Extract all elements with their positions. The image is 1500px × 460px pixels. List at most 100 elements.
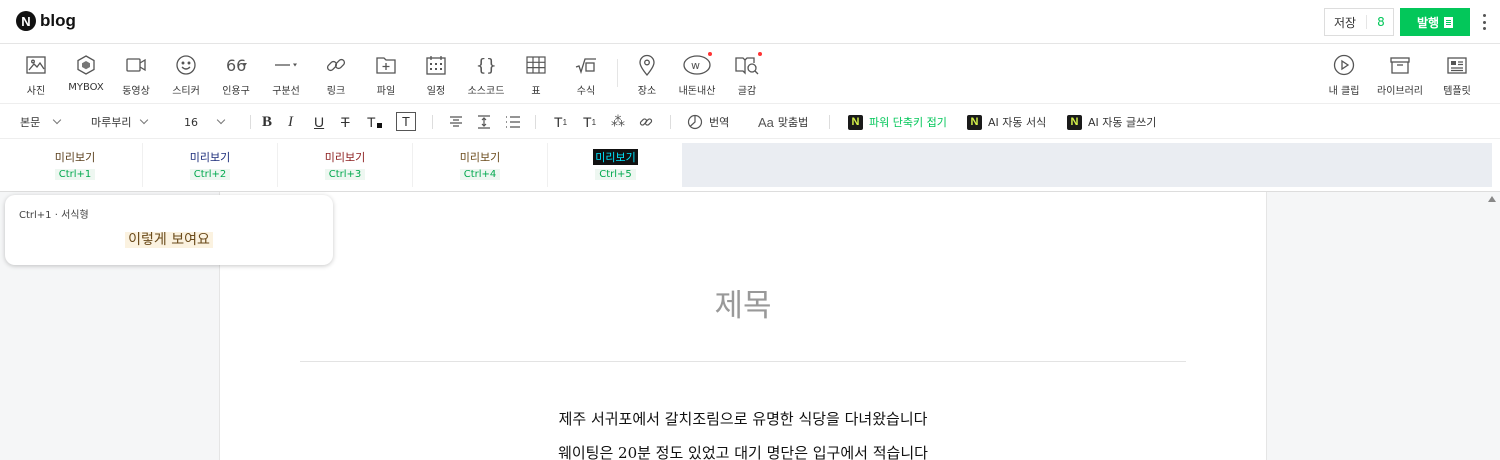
toolbar-divider (829, 115, 830, 129)
tool-label: 라이브러리 (1377, 86, 1423, 97)
more-menu-icon[interactable] (1478, 12, 1490, 32)
material-icon (735, 57, 759, 75)
chevron-down-icon (140, 115, 149, 125)
toolbar-divider (617, 59, 618, 87)
divider-icon (275, 63, 297, 67)
bold-icon[interactable]: B (262, 113, 272, 131)
translate-icon (687, 114, 703, 130)
underline-icon[interactable]: U (314, 113, 324, 131)
insert-photo-button[interactable]: 사진 (11, 54, 61, 98)
ai-auto-style-button[interactable]: N AI 자동 서식 (967, 113, 1046, 131)
insert-link-button[interactable]: 링크 (311, 54, 361, 98)
link-icon (326, 58, 346, 72)
strikethrough-icon[interactable]: T (341, 113, 350, 131)
insert-table-button[interactable]: 표 (511, 54, 561, 98)
line-height-icon[interactable] (477, 113, 491, 131)
font-family-select[interactable]: 마루부리 (91, 113, 149, 131)
insert-mybox-button[interactable]: MYBOX (61, 54, 111, 98)
italic-icon[interactable]: I (288, 113, 293, 131)
publish-button[interactable]: 발행 (1400, 8, 1470, 36)
style-preset-5[interactable]: 미리보기 Ctrl+5 (548, 143, 683, 187)
scroll-up-arrow-icon[interactable] (1488, 196, 1496, 202)
toolbar-divider (432, 115, 433, 129)
insert-code-button[interactable]: {} 소스코드 (461, 54, 511, 98)
style-preset-3[interactable]: 미리보기 Ctrl+3 (278, 143, 413, 187)
blog-logo[interactable]: N blog (16, 11, 76, 31)
style-preset-2[interactable]: 미리보기 Ctrl+2 (143, 143, 278, 187)
naver-logo-icon: N (16, 11, 36, 31)
table-icon (526, 56, 546, 74)
svg-text:w: w (691, 59, 700, 72)
toolbar-divider (670, 115, 671, 129)
calendar-icon (426, 56, 446, 75)
special-character-icon[interactable]: ⁂ (611, 113, 625, 131)
title-divider (300, 361, 1186, 362)
file-icon (376, 57, 396, 74)
paragraph-style-select[interactable]: 본문 (20, 113, 62, 131)
text-color-icon[interactable]: T (367, 113, 382, 131)
tool-label: 내 클립 (1328, 86, 1360, 97)
tool-label: 장소 (637, 86, 657, 97)
insert-purchase-review-button[interactable]: w 내돈내산 (672, 52, 722, 98)
ai-style-label: AI 자동 서식 (988, 116, 1047, 129)
logo-text: blog (40, 11, 76, 30)
template-button[interactable]: 템플릿 (1432, 54, 1482, 98)
tool-label: 내돈내산 (678, 86, 716, 97)
subscript-icon[interactable]: T1 (583, 113, 596, 131)
list-icon[interactable] (505, 113, 520, 131)
popover-header: Ctrl+1 · 서식형 (19, 210, 89, 221)
link-icon[interactable] (639, 113, 653, 131)
insert-file-button[interactable]: 파일 (361, 54, 411, 98)
preset-preview: 미리보기 (459, 151, 501, 164)
insert-place-button[interactable]: 장소 (622, 54, 672, 98)
preset-shortcut: Ctrl+1 (54, 169, 96, 180)
notification-dot (708, 52, 712, 56)
shortcut-toggle-label: 파워 단축키 접기 (869, 116, 947, 129)
insert-quote-button[interactable]: 66 인용구 (211, 54, 261, 98)
font-family-value: 마루부리 (91, 116, 132, 129)
clip-icon (1333, 54, 1355, 76)
insert-video-button[interactable]: 동영상 (111, 54, 161, 98)
preset-preview: 미리보기 (593, 149, 638, 165)
tool-label: 인용구 (222, 86, 250, 97)
style-preset-1[interactable]: 미리보기 Ctrl+1 (8, 143, 143, 187)
template-icon (1447, 57, 1467, 74)
preset-preview: 미리보기 (324, 151, 366, 164)
align-center-icon[interactable] (449, 113, 463, 131)
post-title-input[interactable]: 제목 (220, 280, 1266, 325)
toolbar-divider (535, 115, 536, 129)
insert-divider-button[interactable]: 구분선 (261, 54, 311, 98)
library-button[interactable]: 라이브러리 (1375, 54, 1425, 98)
tool-label: 소스코드 (467, 86, 505, 97)
save-button[interactable]: 저장 8 (1324, 8, 1394, 36)
naver-n-icon: N (848, 114, 863, 130)
tool-label: 사진 (26, 86, 46, 97)
insert-calendar-button[interactable]: 일정 (411, 54, 461, 98)
code-icon: {} (476, 56, 496, 76)
insert-toolbar: 사진 MYBOX 동영상 스티커 66 인용구 구분선 링크 파일 일정 {} … (0, 45, 1500, 104)
ai-auto-write-button[interactable]: N AI 자동 글쓰기 (1067, 113, 1156, 131)
text-background-icon[interactable]: T (396, 112, 416, 131)
style-preset-4[interactable]: 미리보기 Ctrl+4 (413, 143, 548, 187)
naver-n-icon: N (1067, 114, 1082, 130)
preset-preview: 미리보기 (54, 151, 96, 164)
paragraph-style-value: 본문 (20, 116, 41, 129)
power-shortcut-toggle[interactable]: N 파워 단축키 접기 (848, 113, 947, 131)
tool-label: 링크 (326, 86, 346, 97)
font-size-select[interactable]: 16 (184, 113, 226, 131)
mybox-icon (77, 55, 95, 75)
spellcheck-button[interactable]: Aa 맞춤법 (758, 113, 808, 131)
translate-button[interactable]: 번역 (687, 113, 729, 131)
chevron-down-icon (53, 115, 62, 125)
document-icon (1444, 16, 1454, 28)
body-paragraph[interactable]: 웨이팅은 20분 정도 있었고 대기 명단은 입구에서 적습니다 (220, 442, 1266, 460)
superscript-icon[interactable]: T1 (554, 113, 567, 131)
draft-count[interactable]: 8 (1366, 15, 1385, 29)
insert-material-button[interactable]: 글감 (722, 52, 772, 98)
insert-formula-button[interactable]: 수식 (561, 54, 611, 98)
my-clip-button[interactable]: 내 클립 (1319, 54, 1369, 98)
tool-label: 수식 (576, 86, 596, 97)
preset-shortcut: Ctrl+2 (189, 169, 231, 180)
body-paragraph[interactable]: 제주 서귀포에서 갈치조림으로 유명한 식당을 다녀왔습니다 (220, 408, 1266, 429)
insert-sticker-button[interactable]: 스티커 (161, 54, 211, 98)
